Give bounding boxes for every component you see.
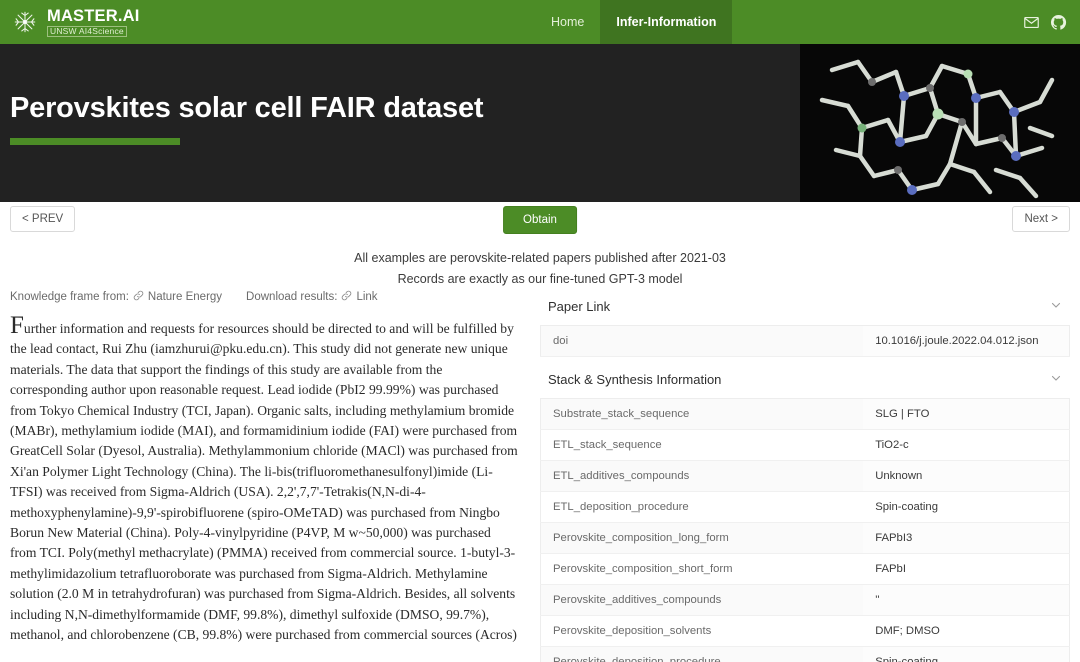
brand-title: MASTER.AI <box>47 6 140 25</box>
paper-body-text: Further information and requests for res… <box>10 313 518 643</box>
stack-synthesis-table: Substrate_stack_sequence SLG | FTO ETL_s… <box>540 398 1070 662</box>
nav-links: Home Infer-Information <box>535 0 733 44</box>
panel-stack-synthesis: Stack & Synthesis Information Substrate_… <box>540 361 1070 662</box>
download-results-label: Download results: <box>246 291 338 303</box>
row-key: ETL_deposition_procedure <box>540 491 864 523</box>
panel-header-stack-synthesis[interactable]: Stack & Synthesis Information <box>540 361 1070 398</box>
top-navbar: MASTER.AI UNSW AI4Science Home Infer-Inf… <box>0 0 1080 44</box>
row-value: FAPbI <box>875 563 906 575</box>
row-value: DMF; DMSO <box>875 625 940 637</box>
snowflake-logo-icon <box>14 11 36 33</box>
link-icon <box>133 290 144 304</box>
knowledge-frame-label: Knowledge frame from: <box>10 291 129 303</box>
link-icon <box>341 290 352 304</box>
nav-item-infer-information[interactable]: Infer-Information <box>600 0 733 44</box>
table-row: Perovskite_additives_compounds '' <box>540 584 1070 616</box>
pagination-controls: < PREV Obtain Next > All examples are pe… <box>0 202 1080 286</box>
table-row: doi 10.1016/j.joule.2022.04.012.json <box>540 325 1070 357</box>
row-key: ETL_additives_compounds <box>540 460 864 492</box>
table-row: ETL_additives_compounds Unknown <box>540 460 1070 492</box>
row-key: Perovskite_additives_compounds <box>540 584 864 616</box>
row-value: SLG | FTO <box>863 398 1070 430</box>
paper-link-table: doi 10.1016/j.joule.2022.04.012.json <box>540 325 1070 357</box>
table-row: ETL_stack_sequence TiO2-c <box>540 429 1070 461</box>
row-value: Spin-coating <box>863 646 1070 662</box>
table-row: Perovskite_composition_short_form FAPbI <box>540 553 1070 585</box>
knowledge-frame-meta: Knowledge frame from: Nature Energy <box>10 290 222 304</box>
prev-button[interactable]: < PREV <box>10 206 76 232</box>
panel-title: Stack & Synthesis Information <box>548 372 722 387</box>
row-key: Perovskite_deposition_solvents <box>540 615 864 647</box>
title-underline-accent <box>10 138 180 145</box>
description-line-2: Records are exactly as our fine-tuned GP… <box>397 272 683 286</box>
row-value: FAPbI3 <box>863 522 1070 554</box>
row-key: ETL_stack_sequence <box>540 429 864 461</box>
mail-icon[interactable] <box>1023 14 1040 31</box>
brand-logo[interactable]: MASTER.AI UNSW AI4Science <box>0 0 140 44</box>
extracted-info-panel: Paper Link doi 10.1016/j.joule.2022.04.0… <box>540 284 1070 662</box>
table-row: Perovskite_composition_long_form FAPbI3 <box>540 522 1070 554</box>
download-results-meta: Download results: Link <box>246 290 378 304</box>
table-row: Perovskite_deposition_solvents DMF; DMSO <box>540 615 1070 647</box>
row-value: Unknown <box>863 460 1070 492</box>
panel-title: Paper Link <box>548 299 611 314</box>
chevron-down-icon[interactable] <box>1050 299 1068 314</box>
nature-energy-link[interactable]: Nature Energy <box>148 291 222 303</box>
row-value: TiO2-c <box>875 439 909 451</box>
row-key: Perovskite_composition_short_form <box>540 553 864 585</box>
main-content: Knowledge frame from: Nature Energy Down… <box>0 284 1080 662</box>
row-value: '' <box>863 584 1070 616</box>
row-key: Perovskite_composition_long_form <box>540 522 864 554</box>
github-icon[interactable] <box>1050 14 1067 31</box>
hero-banner: Perovskites solar cell FAIR dataset <box>0 44 1080 202</box>
page-title: Perovskites solar cell FAIR dataset <box>10 92 484 124</box>
obtain-button[interactable]: Obtain <box>503 206 577 234</box>
panel-header-paper-link[interactable]: Paper Link <box>540 288 1070 325</box>
panel-paper-link: Paper Link doi 10.1016/j.joule.2022.04.0… <box>540 288 1070 357</box>
nav-item-home[interactable]: Home <box>535 0 600 44</box>
row-value: Spin-coating <box>875 501 938 513</box>
description-line-1: All examples are perovskite-related pape… <box>354 251 726 265</box>
row-key: Substrate_stack_sequence <box>540 398 864 430</box>
chevron-down-icon[interactable] <box>1050 372 1068 387</box>
table-row: Substrate_stack_sequence SLG | FTO <box>540 398 1070 430</box>
download-link[interactable]: Link <box>356 291 377 303</box>
brand-subtitle: UNSW AI4Science <box>47 26 127 37</box>
next-button[interactable]: Next > <box>1012 206 1070 232</box>
row-key: doi <box>540 325 864 357</box>
nav-icon-group <box>1023 0 1080 44</box>
row-key: Perovskite_deposition_procedure <box>540 646 864 662</box>
paper-text-column: Knowledge frame from: Nature Energy Down… <box>10 284 520 646</box>
row-value: 10.1016/j.joule.2022.04.012.json <box>863 325 1070 357</box>
table-row: ETL_deposition_procedure Spin-coating <box>540 491 1070 523</box>
table-row: Perovskite_deposition_procedure Spin-coa… <box>540 646 1070 662</box>
